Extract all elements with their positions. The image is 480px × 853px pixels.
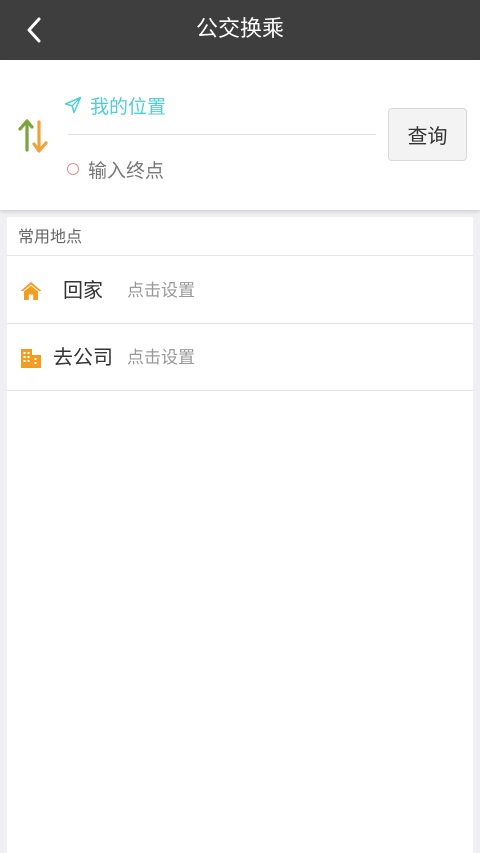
title-bar: 公交换乘: [0, 0, 480, 60]
destination-placeholder: 输入终点: [88, 159, 165, 182]
swap-vertical-icon: [18, 119, 48, 153]
swap-button[interactable]: [16, 116, 50, 156]
frequent-places-header: 常用地点: [7, 217, 473, 256]
frequent-places-panel: 常用地点 回家 点击设置 去公司 点击设置: [7, 217, 473, 853]
circle-dot-icon: [67, 163, 79, 175]
place-item-company[interactable]: 去公司 点击设置: [7, 324, 473, 391]
place-hint: 点击设置: [127, 348, 195, 368]
place-name: 去公司: [53, 345, 113, 369]
navigation-arrow-icon: [64, 96, 82, 114]
building-icon: [21, 349, 41, 368]
origin-label: 我的位置: [90, 95, 167, 118]
origin-field[interactable]: 我的位置: [64, 88, 376, 122]
home-icon: [20, 282, 42, 300]
query-button[interactable]: 查询: [388, 108, 467, 161]
page-title: 公交换乘: [195, 17, 284, 42]
place-name: 回家: [63, 278, 103, 302]
input-divider: [68, 134, 376, 135]
destination-field[interactable]: 输入终点: [64, 152, 376, 186]
place-hint: 点击设置: [127, 281, 195, 301]
place-item-home[interactable]: 回家 点击设置: [7, 257, 473, 324]
